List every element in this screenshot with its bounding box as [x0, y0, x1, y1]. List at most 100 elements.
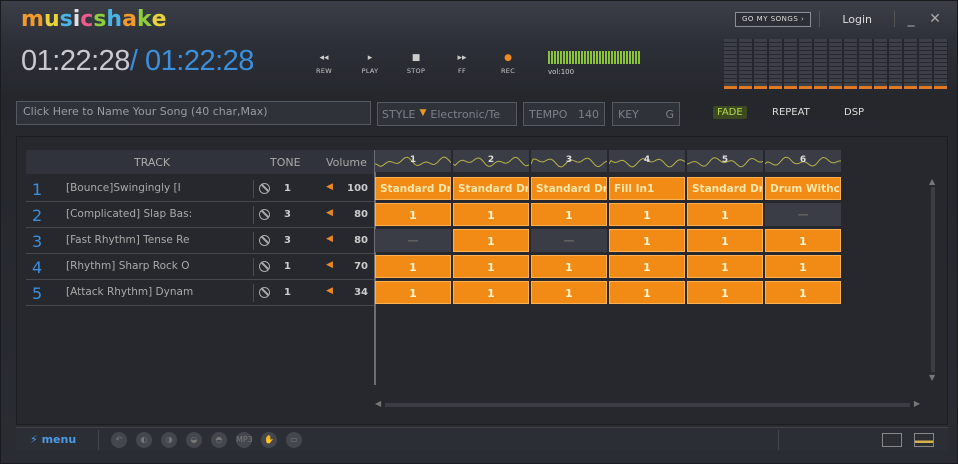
pattern-block[interactable]: Fill In1: [609, 177, 685, 200]
track-tone[interactable]: 3: [284, 209, 291, 220]
tool-icon[interactable]: ↶: [111, 432, 127, 448]
track-volume[interactable]: 80: [344, 209, 368, 220]
empty-block[interactable]: —: [531, 229, 607, 252]
speaker-icon[interactable]: ◀: [326, 234, 333, 244]
fade-toggle[interactable]: FADE: [713, 106, 747, 119]
track-row[interactable]: 3 [Fast Rhythm] Tense Re 3 ◀ 80: [26, 228, 374, 254]
tool-icon[interactable]: ✋: [261, 432, 277, 448]
pattern-block[interactable]: Standard Dr: [453, 177, 529, 200]
track-tone[interactable]: 1: [284, 183, 291, 194]
scroll-up-icon[interactable]: ▲: [929, 177, 935, 186]
mute-icon[interactable]: [259, 261, 270, 272]
play-button[interactable]: ▸ PLAY: [347, 51, 393, 75]
tool-icon[interactable]: ◐: [136, 432, 152, 448]
tool-icon[interactable]: ◓: [211, 432, 227, 448]
variation-block[interactable]: 1: [609, 281, 685, 304]
variation-block[interactable]: 1: [609, 203, 685, 226]
style-select[interactable]: STYLE ▼ Electronic/Te: [377, 102, 517, 126]
variation-block[interactable]: 1: [765, 281, 841, 304]
variation-block[interactable]: 1: [687, 203, 763, 226]
close-icon[interactable]: ✕: [927, 11, 943, 27]
pattern-block[interactable]: Standard Dr: [531, 177, 607, 200]
ff-button[interactable]: ▸▸ FF: [439, 51, 485, 75]
repeat-toggle[interactable]: REPEAT: [772, 107, 810, 118]
track-name[interactable]: [Rhythm] Sharp Rock O: [66, 260, 201, 272]
tool-icon[interactable]: ▭: [286, 432, 302, 448]
speaker-icon[interactable]: ◀: [326, 182, 333, 192]
variation-block[interactable]: 1: [453, 229, 529, 252]
scroll-down-icon[interactable]: ▼: [929, 373, 935, 382]
panel-view-icon[interactable]: [914, 433, 934, 447]
scroll-left-icon[interactable]: ◀: [375, 399, 381, 408]
pattern-block[interactable]: Drum Withc: [765, 177, 841, 200]
song-name-input[interactable]: Click Here to Name Your Song (40 char,Ma…: [16, 101, 371, 125]
variation-block[interactable]: 1: [375, 255, 451, 278]
variation-block[interactable]: 1: [453, 281, 529, 304]
rew-button[interactable]: ◂◂ REW: [301, 51, 347, 75]
variation-block[interactable]: 1: [609, 255, 685, 278]
track-row[interactable]: 5 [Attack Rhythm] Dynam 1 ◀ 34: [26, 280, 374, 306]
speaker-icon[interactable]: ◀: [326, 260, 333, 270]
track-tone[interactable]: 1: [284, 287, 291, 298]
variation-block[interactable]: 1: [375, 281, 451, 304]
track-name[interactable]: [Attack Rhythm] Dynam: [66, 286, 201, 298]
vertical-scrollbar[interactable]: ▲ ▼: [929, 177, 937, 382]
variation-block[interactable]: 1: [453, 255, 529, 278]
variation-block[interactable]: 1: [687, 229, 763, 252]
variation-block[interactable]: 1: [765, 255, 841, 278]
pattern-block[interactable]: Standard Dr: [375, 177, 451, 200]
track-row[interactable]: 1 [Bounce]Swingingly [I 1 ◀ 100: [26, 176, 374, 202]
variation-block[interactable]: 1: [531, 255, 607, 278]
track-tone[interactable]: 3: [284, 235, 291, 246]
track-volume[interactable]: 34: [344, 287, 368, 298]
key-field[interactable]: KEY G: [612, 102, 680, 126]
scroll-track[interactable]: [385, 403, 910, 407]
track-name[interactable]: [Fast Rhythm] Tense Re: [66, 234, 201, 246]
block-header[interactable]: 6: [765, 150, 841, 172]
track-tone[interactable]: 1: [284, 261, 291, 272]
variation-block[interactable]: 1: [687, 281, 763, 304]
track-volume[interactable]: 80: [344, 235, 368, 246]
track-name[interactable]: [Complicated] Slap Bas:: [66, 208, 201, 220]
track-row[interactable]: 4 [Rhythm] Sharp Rock O 1 ◀ 70: [26, 254, 374, 280]
pattern-block[interactable]: Standard Dr: [687, 177, 763, 200]
rec-button[interactable]: ● REC: [485, 51, 531, 75]
track-name[interactable]: [Bounce]Swingingly [I: [66, 182, 201, 194]
volume-meter[interactable]: [548, 51, 640, 64]
login-link[interactable]: Login: [828, 13, 886, 26]
go-my-songs-button[interactable]: GO MY SONGS ›: [735, 11, 812, 27]
tempo-field[interactable]: TEMPO 140: [523, 102, 605, 126]
tool-icon[interactable]: MP3: [236, 432, 253, 448]
variation-block[interactable]: 1: [687, 255, 763, 278]
menu-button[interactable]: ⚡ menu: [30, 433, 76, 446]
mute-icon[interactable]: [259, 183, 270, 194]
speaker-icon[interactable]: ◀: [326, 286, 333, 296]
mute-icon[interactable]: [259, 287, 270, 298]
empty-block[interactable]: —: [765, 203, 841, 226]
variation-block[interactable]: 1: [375, 203, 451, 226]
tool-icon[interactable]: ◑: [161, 432, 177, 448]
variation-block[interactable]: 1: [609, 229, 685, 252]
minimize-icon[interactable]: _: [903, 11, 919, 27]
track-volume[interactable]: 70: [344, 261, 368, 272]
block-header[interactable]: 2: [453, 150, 529, 172]
scroll-right-icon[interactable]: ▶: [914, 399, 920, 408]
dsp-toggle[interactable]: DSP: [844, 107, 864, 118]
speaker-icon[interactable]: ◀: [326, 208, 333, 218]
block-header[interactable]: 4: [609, 150, 685, 172]
variation-block[interactable]: 1: [531, 203, 607, 226]
track-volume[interactable]: 100: [344, 183, 368, 194]
block-header[interactable]: 1: [375, 150, 451, 172]
track-row[interactable]: 2 [Complicated] Slap Bas: 3 ◀ 80: [26, 202, 374, 228]
horizontal-scrollbar[interactable]: ◀ ▶: [375, 399, 920, 409]
mute-icon[interactable]: [259, 235, 270, 246]
mute-icon[interactable]: [259, 209, 270, 220]
tool-icon[interactable]: ◒: [186, 432, 202, 448]
variation-block[interactable]: 1: [765, 229, 841, 252]
variation-block[interactable]: 1: [453, 203, 529, 226]
block-header[interactable]: 3: [531, 150, 607, 172]
block-header[interactable]: 5: [687, 150, 763, 172]
scroll-track[interactable]: [931, 187, 935, 372]
empty-block[interactable]: —: [375, 229, 451, 252]
stop-button[interactable]: ■ STOP: [393, 51, 439, 75]
